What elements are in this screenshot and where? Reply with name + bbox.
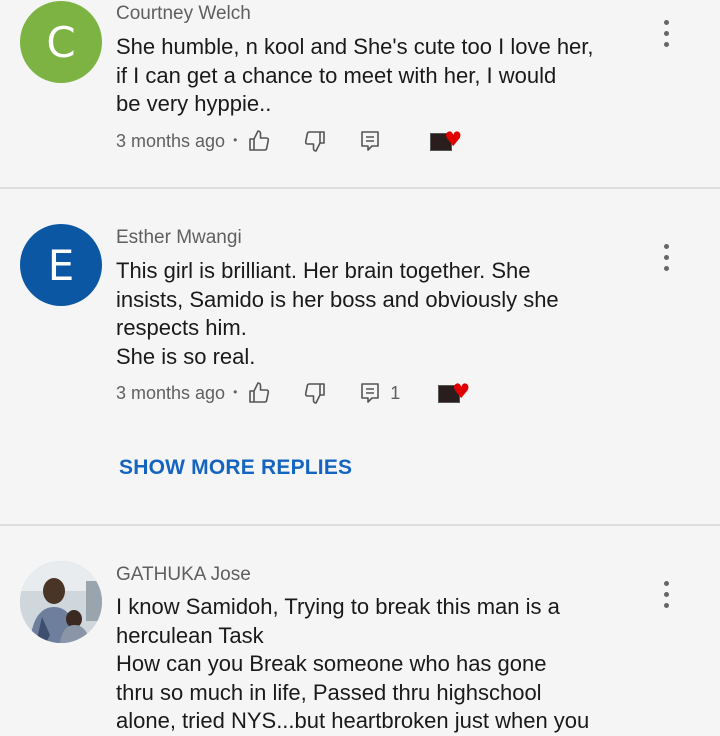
like-icon[interactable] bbox=[247, 381, 271, 405]
comment-line: She is so real. bbox=[116, 343, 256, 369]
reply-count: 1 bbox=[390, 382, 401, 403]
comment-text: I know Samidoh, Trying to break this man… bbox=[116, 593, 636, 736]
separator-dot: • bbox=[233, 385, 238, 399]
avatar[interactable]: C bbox=[20, 1, 102, 83]
divider bbox=[0, 524, 720, 526]
creator-heart-icon: ♥ bbox=[438, 379, 472, 403]
more-options-icon[interactable] bbox=[656, 579, 676, 615]
comment-line: This girl is brilliant. Her brain togeth… bbox=[116, 258, 531, 283]
timestamp: 3 months ago bbox=[116, 382, 226, 403]
comment-actions: 3 months ago • 1 ♥ bbox=[116, 378, 472, 408]
reply-icon[interactable] bbox=[358, 129, 382, 153]
more-options-icon[interactable] bbox=[656, 242, 676, 278]
dislike-icon[interactable] bbox=[303, 381, 327, 405]
comment-line: herculean Task bbox=[116, 622, 264, 648]
heart-icon: ♥ bbox=[452, 379, 471, 403]
comment-text: She humble, n kool and She's cute too I … bbox=[116, 33, 636, 119]
heart-icon: ♥ bbox=[444, 127, 463, 151]
comment-line: I know Samidoh, Trying to break this man… bbox=[116, 594, 560, 619]
comment-line: if I can get a chance to meet with her, … bbox=[116, 62, 557, 88]
timestamp: 3 months ago bbox=[116, 130, 226, 151]
comment-line: She humble, n kool and She's cute too I … bbox=[116, 34, 594, 59]
comment-line: alone, tried NYS...but heartbroken just … bbox=[116, 708, 590, 733]
comment-actions: 3 months ago • ♥ bbox=[116, 126, 464, 156]
comment-line: be very hyppie.. bbox=[116, 91, 272, 116]
avatar[interactable]: E bbox=[20, 224, 102, 306]
avatar[interactable] bbox=[20, 561, 102, 643]
avatar-letter: E bbox=[47, 240, 75, 290]
comment-text: This girl is brilliant. Her brain togeth… bbox=[116, 257, 636, 371]
comment-line: insists, Samido is her boss and obviousl… bbox=[116, 286, 559, 312]
comment-line: How can you Break someone who has gone bbox=[116, 651, 547, 676]
comment-author[interactable]: GATHUKA Jose bbox=[116, 564, 251, 586]
comment-line: respects him. bbox=[116, 315, 247, 340]
creator-heart-icon: ♥ bbox=[430, 127, 464, 151]
show-more-replies-button[interactable]: SHOW MORE REPLIES bbox=[119, 456, 352, 480]
dislike-icon[interactable] bbox=[303, 129, 327, 153]
reply-icon[interactable] bbox=[358, 381, 382, 405]
comment-author[interactable]: Esther Mwangi bbox=[116, 227, 242, 249]
avatar-letter: C bbox=[46, 17, 76, 67]
like-icon[interactable] bbox=[247, 129, 271, 153]
divider bbox=[0, 187, 720, 189]
more-options-icon[interactable] bbox=[656, 18, 676, 54]
comment-line: thru so much in life, Passed thru highsc… bbox=[116, 679, 542, 705]
separator-dot: • bbox=[233, 133, 238, 147]
comment-author[interactable]: Courtney Welch bbox=[116, 3, 251, 25]
avatar-photo bbox=[20, 561, 102, 643]
